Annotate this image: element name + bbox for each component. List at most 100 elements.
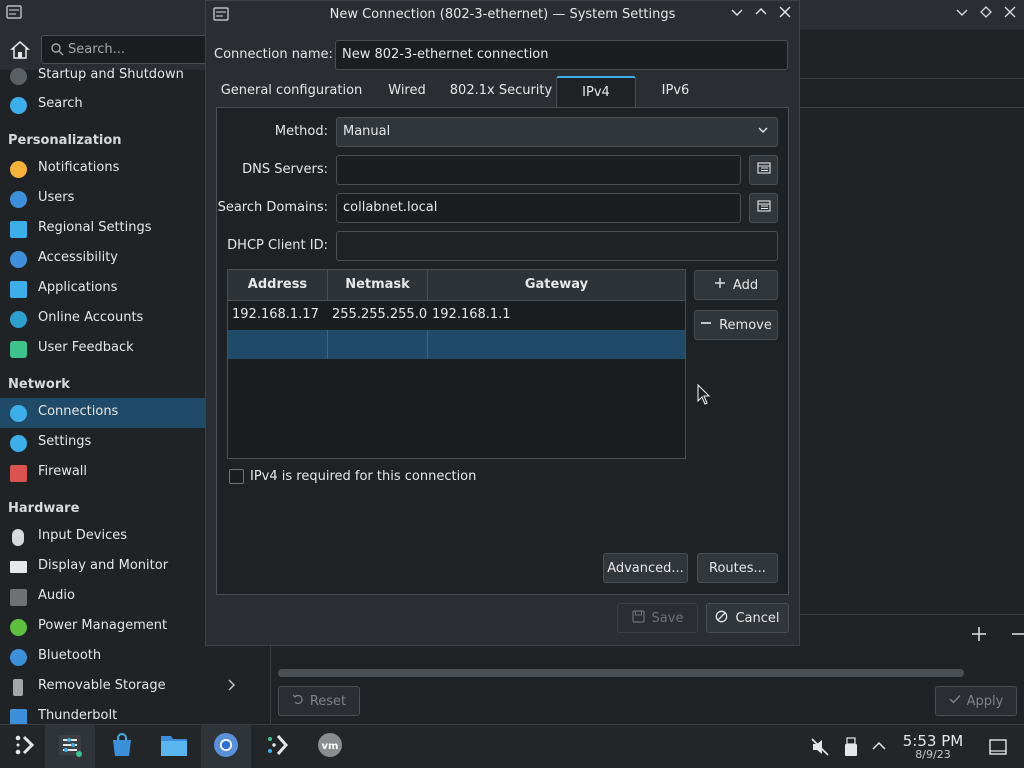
cancel-icon	[715, 610, 728, 627]
search-placeholder: Search...	[68, 42, 126, 57]
feedback-icon	[10, 341, 27, 358]
file-manager-icon	[159, 732, 189, 762]
apply-button[interactable]: Apply	[935, 686, 1017, 716]
edit-search-domains-button[interactable]	[749, 193, 778, 223]
close-icon[interactable]	[775, 5, 795, 25]
taskbar-chromium[interactable]	[201, 725, 251, 768]
sidebar-item-thunderbolt[interactable]: Thunderbolt	[0, 702, 205, 724]
search-domains-label: Search Domains:	[217, 200, 328, 215]
globe-icon	[10, 435, 27, 452]
tab-8021x-security[interactable]: 802.1x Security	[447, 76, 555, 108]
minimize-icon[interactable]	[955, 5, 969, 23]
sidebar-item-search[interactable]: Search	[0, 90, 205, 120]
column-header-netmask[interactable]: Netmask	[328, 270, 428, 301]
keep-above-icon[interactable]	[979, 5, 993, 23]
system-settings-icon	[57, 732, 83, 762]
sidebar-item-notifications[interactable]: Notifications	[0, 154, 205, 184]
sidebar-item-input-devices[interactable]: Input Devices	[0, 522, 205, 552]
save-button[interactable]: Save	[617, 603, 698, 633]
sidebar-item-connections[interactable]: Connections	[0, 398, 205, 428]
minimize-icon[interactable]	[727, 5, 747, 25]
minus-icon	[700, 317, 712, 333]
tab-general-configuration[interactable]: General configuration	[215, 76, 368, 108]
taskbar-discover[interactable]	[97, 725, 147, 768]
sidebar-item-removable-storage[interactable]: Removable Storage	[0, 672, 205, 702]
taskbar-system-settings[interactable]	[45, 725, 95, 768]
undo-icon	[292, 693, 304, 709]
address-table[interactable]: Address Netmask Gateway 192.168.1.17 255…	[227, 269, 686, 459]
svg-text:vm: vm	[322, 741, 339, 752]
sidebar-item-audio[interactable]: Audio	[0, 582, 205, 612]
advanced-button[interactable]: Advanced...	[603, 553, 688, 583]
add-connection-icon[interactable]	[970, 624, 988, 649]
sidebar-item-startup[interactable]: Startup and Shutdown	[0, 62, 205, 91]
window-menu-icon[interactable]	[6, 5, 22, 23]
section-network: Network	[8, 377, 70, 392]
dialog-title: New Connection (802-3-ethernet) — System…	[329, 7, 676, 22]
home-icon[interactable]	[10, 40, 30, 60]
taskbar-file-manager[interactable]	[149, 725, 199, 768]
sidebar-item-user-feedback[interactable]: User Feedback	[0, 334, 205, 364]
list-edit-icon	[756, 162, 771, 178]
ipv4-required-label: IPv4 is required for this connection	[250, 469, 477, 484]
removable-device-icon[interactable]	[844, 737, 858, 761]
clock-date[interactable]: 8/9/23	[898, 748, 968, 761]
search-icon	[50, 42, 64, 60]
sidebar-item-users[interactable]: Users	[0, 184, 205, 214]
routes-button[interactable]: Routes...	[697, 553, 778, 583]
tab-wired[interactable]: Wired	[375, 76, 439, 108]
reset-button[interactable]: Reset	[278, 686, 360, 716]
dhcp-client-id-field[interactable]	[336, 231, 778, 261]
bg-toolbar-strip	[800, 78, 1024, 108]
bluetooth-icon	[10, 649, 27, 666]
cell-netmask[interactable]: 255.255.255.0	[328, 301, 428, 330]
section-personalization: Personalization	[8, 133, 122, 148]
ipv4-required-checkbox[interactable]	[229, 469, 244, 484]
tab-ipv6[interactable]: IPv6	[641, 76, 710, 108]
sidebar-item-applications[interactable]: Applications	[0, 274, 205, 304]
sidebar-item-network-settings[interactable]: Settings	[0, 428, 205, 458]
sidebar-item-display[interactable]: Display and Monitor	[0, 552, 205, 582]
dialog-titlebar: New Connection (802-3-ethernet) — System…	[206, 1, 799, 30]
column-header-address[interactable]: Address	[228, 270, 328, 301]
app-launcher-icon	[13, 733, 37, 761]
search-domains-field[interactable]: collabnet.local	[336, 193, 741, 223]
cell-gateway[interactable]: 192.168.1.1	[428, 301, 685, 330]
chromium-icon	[212, 731, 240, 763]
cancel-button[interactable]: Cancel	[706, 603, 789, 633]
chevron-right-icon[interactable]	[226, 678, 236, 696]
close-icon[interactable]	[1003, 5, 1017, 23]
sidebar-item-power[interactable]: Power Management	[0, 612, 205, 642]
cell-address[interactable]: 192.168.1.17	[228, 301, 328, 330]
horizontal-scrollbar[interactable]	[278, 669, 964, 677]
connection-name-field[interactable]: New 802-3-ethernet connection	[335, 40, 788, 70]
edit-dns-list-button[interactable]	[749, 155, 778, 185]
show-desktop-icon[interactable]	[988, 737, 1008, 761]
remove-address-button[interactable]: Remove	[694, 310, 778, 340]
connection-tabs: General configuration Wired 802.1x Secur…	[215, 76, 790, 108]
dns-servers-field[interactable]	[336, 155, 741, 185]
column-header-gateway[interactable]: Gateway	[428, 270, 685, 301]
section-hardware: Hardware	[8, 501, 80, 516]
taskbar-vmware[interactable]: vm	[305, 725, 355, 768]
sidebar-item-online-accounts[interactable]: Online Accounts	[0, 304, 205, 334]
sidebar-item-accessibility[interactable]: Accessibility	[0, 244, 205, 274]
dhcp-client-id-label: DHCP Client ID:	[227, 238, 328, 253]
app-launcher-button[interactable]	[0, 725, 50, 768]
vmware-icon: vm	[316, 731, 344, 763]
sidebar-item-regional[interactable]: Regional Settings	[0, 214, 205, 244]
tray-expand-icon[interactable]	[871, 739, 887, 757]
method-label: Method:	[274, 124, 328, 139]
maximize-icon[interactable]	[751, 5, 771, 25]
volume-muted-icon[interactable]	[810, 737, 830, 761]
tab-ipv4[interactable]: IPv4	[556, 76, 636, 108]
remove-connection-icon[interactable]	[1010, 624, 1024, 649]
sidebar-item-bluetooth[interactable]: Bluetooth	[0, 642, 205, 672]
taskbar-kde-connect[interactable]	[253, 725, 303, 768]
add-address-button[interactable]: Add	[694, 270, 778, 300]
method-select[interactable]: Manual	[336, 117, 778, 147]
sidebar-item-firewall[interactable]: Firewall	[0, 458, 205, 488]
search-input[interactable]: Search...	[41, 35, 211, 64]
connection-name-label: Connection name:	[214, 47, 333, 62]
table-row-new-selected[interactable]	[228, 330, 685, 359]
